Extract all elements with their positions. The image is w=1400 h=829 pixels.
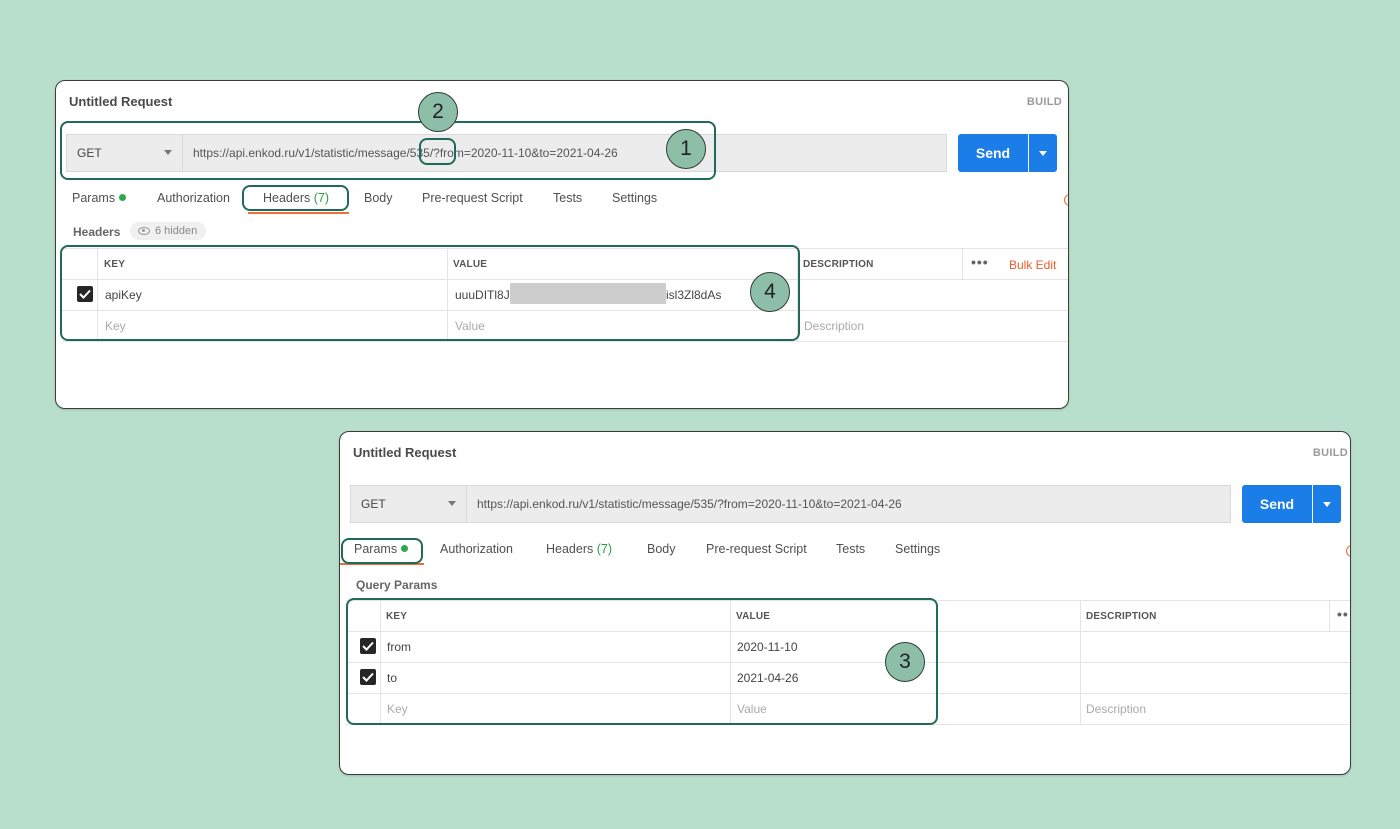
callout-badge: 4 — [750, 272, 790, 312]
tab-tests[interactable]: Tests — [836, 542, 865, 556]
send-options-button[interactable] — [1313, 485, 1341, 523]
bulk-edit-link[interactable]: Bulk Edit — [1009, 258, 1056, 272]
edge-indicator — [1346, 545, 1350, 557]
tab-body[interactable]: Body — [364, 191, 393, 205]
eye-icon — [138, 227, 150, 235]
request-title: Untitled Request — [353, 445, 457, 460]
request-tabs: Params Authorization Headers (7) Body Pr… — [56, 191, 1068, 211]
tab-settings[interactable]: Settings — [612, 191, 657, 205]
callout-badge: 3 — [885, 642, 925, 682]
highlight-url-bar — [60, 121, 716, 180]
send-options-button[interactable] — [1029, 134, 1057, 172]
chevron-down-icon — [1323, 501, 1331, 507]
url-text: https://api.enkod.ru/v1/statistic/messag… — [477, 497, 902, 511]
tab-settings[interactable]: Settings — [895, 542, 940, 556]
highlight-message-id — [419, 138, 456, 165]
section-label: Query Params — [356, 578, 438, 592]
more-options-icon[interactable]: ••• — [971, 254, 989, 270]
highlight-params-tab — [341, 538, 423, 564]
highlight-headers-tab — [242, 185, 349, 211]
section-label: Headers — [73, 225, 121, 239]
edge-indicator — [1064, 194, 1068, 206]
new-description-input[interactable]: Description — [1086, 702, 1146, 716]
headers-count: (7) — [596, 542, 613, 556]
request-title: Untitled Request — [69, 94, 173, 109]
tab-pre-request-script[interactable]: Pre-request Script — [422, 191, 523, 205]
column-header-description: DESCRIPTION — [1086, 611, 1157, 622]
request-tabs: Params Authorization Headers (7) Body Pr… — [340, 542, 1350, 562]
column-header-description: DESCRIPTION — [803, 259, 874, 270]
chevron-down-icon — [1039, 150, 1047, 156]
tab-body[interactable]: Body — [647, 542, 676, 556]
hidden-headers-toggle[interactable]: 6 hidden — [130, 222, 207, 240]
url-input[interactable]: https://api.enkod.ru/v1/statistic/messag… — [466, 485, 1231, 523]
method-select[interactable]: GET — [350, 485, 466, 523]
tab-params[interactable]: Params — [72, 191, 127, 205]
build-label[interactable]: BUILD — [1313, 447, 1348, 459]
tab-authorization[interactable]: Authorization — [440, 542, 513, 556]
more-options-icon[interactable]: •• — [1337, 606, 1349, 622]
status-dot-icon — [119, 194, 127, 202]
hidden-count: 6 hidden — [155, 225, 198, 237]
method-value: GET — [361, 497, 386, 511]
callout-badge: 1 — [666, 129, 706, 169]
active-tab-indicator — [248, 212, 349, 214]
new-description-input[interactable]: Description — [804, 319, 864, 333]
highlight-headers-table — [60, 245, 800, 341]
tab-label: Headers — [546, 542, 594, 556]
tab-label: Params — [72, 191, 116, 205]
send-button[interactable]: Send — [1242, 485, 1312, 523]
tab-tests[interactable]: Tests — [553, 191, 582, 205]
callout-badge: 2 — [418, 92, 458, 132]
chevron-down-icon — [448, 501, 456, 506]
highlight-params-table — [346, 598, 938, 725]
send-button[interactable]: Send — [958, 134, 1028, 172]
build-label[interactable]: BUILD — [1027, 96, 1062, 108]
tab-pre-request-script[interactable]: Pre-request Script — [706, 542, 807, 556]
tab-authorization[interactable]: Authorization — [157, 191, 230, 205]
tab-headers[interactable]: Headers (7) — [546, 542, 612, 556]
